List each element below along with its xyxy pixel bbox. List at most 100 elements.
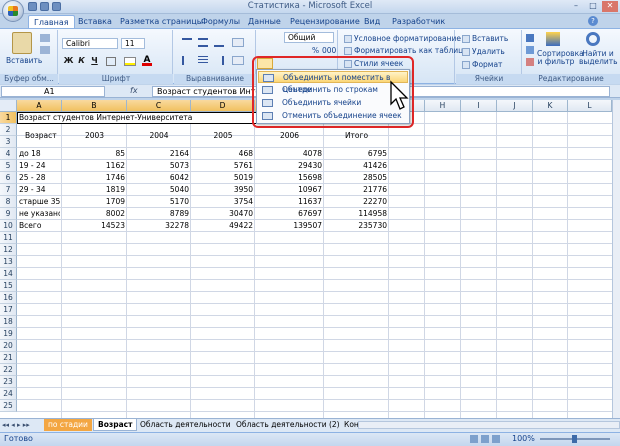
zoom-slider-thumb[interactable]	[572, 435, 577, 443]
table-cell[interactable]: 19 - 24	[19, 160, 60, 172]
fill-color-icon[interactable]	[124, 57, 136, 66]
column-header-c[interactable]: C	[127, 100, 191, 112]
menu-item-merge-center[interactable]: Объединить и поместить в центре	[258, 71, 408, 94]
row-header-3[interactable]: 3	[0, 136, 17, 148]
row-header-17[interactable]: 17	[0, 304, 17, 316]
table-cell[interactable]: 2164	[129, 148, 189, 160]
row-header-14[interactable]: 14	[0, 268, 17, 280]
row-header-15[interactable]: 15	[0, 280, 17, 292]
table-cell[interactable]: 32278	[129, 220, 189, 232]
align-center-icon[interactable]	[198, 56, 208, 65]
paste-button[interactable]: Вставить	[6, 56, 42, 65]
orientation-icon[interactable]	[232, 38, 244, 47]
select-all-corner[interactable]	[0, 100, 17, 112]
view-buttons-icon[interactable]	[470, 435, 500, 443]
column-header-d[interactable]: D	[191, 100, 255, 112]
table-cell[interactable]: 15698	[257, 172, 322, 184]
table-cell[interactable]: 1746	[64, 172, 125, 184]
number-format-box[interactable]: Общий	[284, 32, 334, 43]
tab-formulas[interactable]: Формулы	[201, 15, 240, 28]
copy-icon[interactable]	[40, 46, 50, 54]
align-right-icon[interactable]	[214, 56, 224, 65]
find-select-icon[interactable]	[586, 32, 600, 46]
delete-cells-button[interactable]: Удалить	[462, 47, 505, 56]
column-header-l[interactable]: L	[568, 100, 612, 112]
table-cell[interactable]: 30470	[193, 208, 253, 220]
table-cell[interactable]: 14523	[64, 220, 125, 232]
vertical-scrollbar[interactable]	[612, 100, 620, 418]
sheet-tab-vozrast[interactable]: Возраст	[93, 419, 138, 431]
italic-button[interactable]: К	[76, 56, 87, 66]
column-header-h[interactable]: H	[425, 100, 461, 112]
row-header-9[interactable]: 9	[0, 208, 17, 220]
redo-icon[interactable]	[52, 2, 61, 11]
table-cell[interactable]: 11637	[257, 196, 322, 208]
row-header-2[interactable]: 2	[0, 124, 17, 136]
name-box[interactable]: A1	[1, 86, 105, 97]
table-cell[interactable]: 49422	[193, 220, 253, 232]
table-cell[interactable]: 21776	[326, 184, 387, 196]
row-header-7[interactable]: 7	[0, 184, 17, 196]
undo-icon[interactable]	[40, 2, 49, 11]
table-cell[interactable]: 468	[193, 148, 253, 160]
row-header-23[interactable]: 23	[0, 376, 17, 388]
table-cell[interactable]: 5019	[193, 172, 253, 184]
row-header-12[interactable]: 12	[0, 244, 17, 256]
table-cell[interactable]: 5073	[129, 160, 189, 172]
table-cell[interactable]: 10967	[257, 184, 322, 196]
table-cell[interactable]: 1819	[64, 184, 125, 196]
table-cell[interactable]: 139507	[257, 220, 322, 232]
row-header-13[interactable]: 13	[0, 256, 17, 268]
help-icon[interactable]: ?	[588, 16, 598, 26]
table-cell[interactable]: старше 35	[19, 196, 60, 208]
table-cell[interactable]: 85	[64, 148, 125, 160]
row-header-19[interactable]: 19	[0, 328, 17, 340]
table-cell[interactable]: 25 - 28	[19, 172, 60, 184]
cut-icon[interactable]	[40, 34, 50, 42]
menu-item-merge-across[interactable]: Объединить по строкам	[258, 84, 408, 96]
close-button[interactable]: ✕	[602, 1, 618, 12]
tab-developer[interactable]: Разработчик	[392, 15, 445, 28]
horizontal-scrollbar[interactable]	[358, 421, 620, 429]
row-header-22[interactable]: 22	[0, 364, 17, 376]
table-cell[interactable]: 41426	[326, 160, 387, 172]
table-cell[interactable]: 6042	[129, 172, 189, 184]
table-cell[interactable]: 29430	[257, 160, 322, 172]
underline-button[interactable]: Ч	[89, 56, 100, 66]
table-cell[interactable]: 28505	[326, 172, 387, 184]
table-cell[interactable]: 235730	[326, 220, 387, 232]
table-cell[interactable]: 5040	[129, 184, 189, 196]
row-header-21[interactable]: 21	[0, 352, 17, 364]
save-icon[interactable]	[28, 2, 37, 11]
row-header-20[interactable]: 20	[0, 340, 17, 352]
table-cell[interactable]: 22270	[326, 196, 387, 208]
tab-review[interactable]: Рецензирование	[290, 15, 360, 28]
fx-button[interactable]: fx	[106, 86, 150, 97]
header-cell-0[interactable]: Возраст	[25, 130, 66, 142]
table-cell[interactable]: 5761	[193, 160, 253, 172]
table-cell[interactable]: до 18	[19, 148, 60, 160]
minimize-button[interactable]: –	[568, 1, 584, 12]
font-name-box[interactable]: Calibri	[62, 38, 118, 49]
header-cell-5[interactable]: Итого	[326, 130, 387, 142]
table-cell[interactable]: 5170	[129, 196, 189, 208]
table-cell[interactable]: не указано	[19, 208, 60, 220]
menu-item-unmerge[interactable]: Отменить объединение ячеек	[258, 110, 408, 122]
maximize-button[interactable]: □	[585, 1, 601, 12]
table-cell[interactable]: 3754	[193, 196, 253, 208]
column-header-k[interactable]: K	[533, 100, 568, 112]
autosum-icon[interactable]	[526, 34, 534, 42]
row-header-16[interactable]: 16	[0, 292, 17, 304]
row-header-1[interactable]: 1	[0, 112, 17, 124]
table-cell[interactable]: 29 - 34	[19, 184, 60, 196]
column-header-a[interactable]: A	[17, 100, 62, 112]
table-cell[interactable]: Всего	[19, 220, 60, 232]
paste-icon[interactable]	[12, 32, 32, 54]
table-cell[interactable]: 8789	[129, 208, 189, 220]
align-bottom-icon[interactable]	[214, 38, 224, 47]
column-header-b[interactable]: B	[62, 100, 127, 112]
tab-data[interactable]: Данные	[248, 15, 281, 28]
row-header-8[interactable]: 8	[0, 196, 17, 208]
table-cell[interactable]: 3950	[193, 184, 253, 196]
sheet-tab-oblast-2[interactable]: Область деятельности (2)	[232, 419, 344, 431]
